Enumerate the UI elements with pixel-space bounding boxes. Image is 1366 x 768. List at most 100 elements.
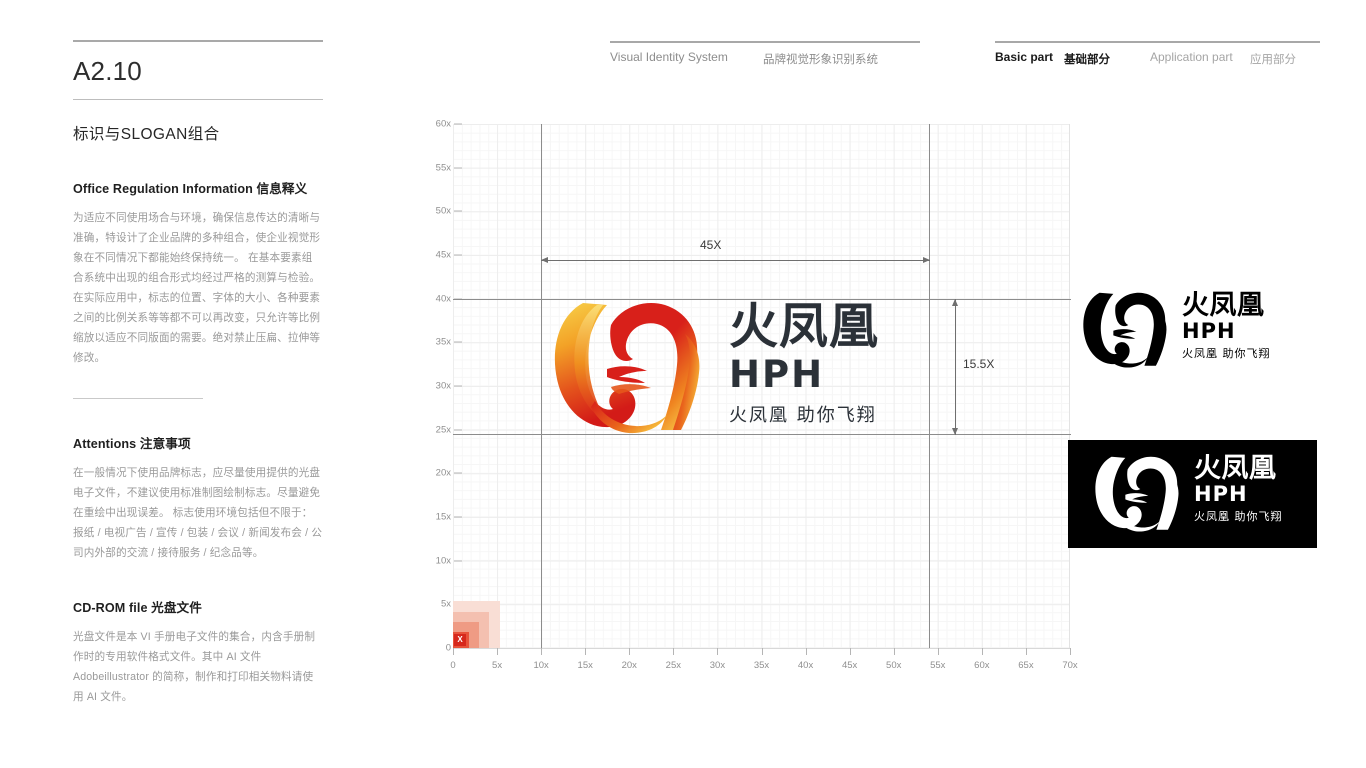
grid-x-tick-label: 25x	[665, 660, 682, 671]
grid-y-tick-label: 30x	[435, 380, 451, 392]
grid-x-tick-label: 45x	[841, 660, 858, 671]
header-basic-part-cn[interactable]: 基础部分	[1064, 51, 1110, 67]
info-block-heading: Office Regulation Information 信息释义	[73, 178, 323, 197]
variant-black-wordmark-chinese: 火凤凰	[1182, 290, 1265, 321]
variant-black-wordmark-english: HPH	[1182, 319, 1236, 343]
info-block-body: 为适应不同使用场合与环境，确保信息传达的清晰与准确，特设计了企业品牌的多种组合，…	[73, 208, 323, 368]
logo-variant-black-words: 火凤凰 HPH 火凤凰 助你飞翔	[1182, 292, 1327, 362]
wordmark-chinese: 火凤凰	[729, 298, 880, 355]
dimension-height-label: 15.5X	[963, 357, 995, 371]
dimension-height-arrow-bottom-icon	[952, 428, 958, 435]
grid-y-tick	[454, 123, 462, 125]
grid-x-tick-label: 20x	[621, 660, 637, 671]
grid-x-axis: 0 5x 10x 15x 20x 25x 30x 35x 40x 45x 50x 55x 60x 65x 7…	[450, 648, 1093, 674]
attentions-heading-cn: 注意事项	[139, 437, 191, 451]
vi-manual-page: A2.10 标识与SLOGAN组合 Office Regulation Info…	[0, 0, 1366, 768]
attentions-body: 在一般情况下使用品牌标志，应尽量使用提供的光盘电子文件，不建议使用标准制图绘制标…	[73, 463, 323, 563]
grid-y-tick-label: 10x	[435, 555, 451, 567]
logo-variant-white-on-black: 火凤凰 HPH 火凤凰 助你飞翔	[1068, 440, 1317, 548]
block-divider	[73, 398, 203, 399]
variant-white-wordmark-chinese: 火凤凰	[1194, 453, 1277, 484]
left-column: A2.10 标识与SLOGAN组合 Office Regulation Info…	[73, 40, 323, 707]
grid-x-tick-label: 70x	[1062, 660, 1078, 671]
attentions-heading-en: Attentions	[73, 437, 137, 451]
grid-x-tick-label: 5x	[492, 660, 503, 671]
dimension-height-line	[955, 299, 956, 435]
grid-x-tick	[541, 648, 543, 655]
info-block-regulation: Office Regulation Information 信息释义 为适应不同…	[73, 178, 323, 399]
logo-wordmark-group: 火凤凰 HPH 火凤凰 助你飞翔	[729, 301, 934, 435]
cdrom-body: 光盘文件是本 VI 手册电子文件的集合，内含手册制作时的专用软件格式文件。其中 …	[73, 627, 323, 707]
attentions-heading: Attentions 注意事项	[73, 433, 323, 452]
unit-swatch-label: X	[454, 634, 466, 646]
grid-y-tick-label: 45x	[435, 249, 451, 261]
grid-x-tick-label: 30x	[709, 660, 726, 671]
logo-variant-white-words: 火凤凰 HPH 火凤凰 助你飞翔	[1194, 455, 1339, 525]
grid-y-tick-label: 35x	[435, 336, 451, 348]
phoenix-mark-black-icon	[1080, 288, 1172, 370]
dimension-width-label: 45X	[700, 238, 722, 252]
grid-x-tick	[981, 648, 983, 655]
grid-y-tick-label: 15x	[435, 511, 451, 523]
header-visual-identity-en: Visual Identity System	[610, 50, 728, 64]
page-title: 标识与SLOGAN组合	[73, 126, 220, 143]
grid-x-tick-label: 55x	[930, 660, 946, 671]
attentions-paragraph: 在一般情况下使用品牌标志，应尽量使用提供的光盘电子文件，不建议使用标准制图绘制标…	[73, 467, 323, 559]
grid-x-tick-label: 0	[450, 660, 456, 671]
grid-x-tick	[893, 648, 895, 655]
grid-y-tick	[454, 254, 462, 256]
grid-y-tick	[454, 210, 462, 212]
phoenix-mark-icon	[549, 295, 709, 437]
wordmark-english: HPH	[729, 353, 825, 396]
grid-x-tick	[673, 648, 675, 655]
header-basic-part-en[interactable]: Basic part	[995, 50, 1053, 64]
grid-y-tick-label: 40x	[435, 293, 451, 305]
grid-y-axis: 0 5x 10x 15x 20x 25x 30x 35x 40x 45x 50x 55x 60x	[424, 119, 462, 654]
grid-y-tick	[454, 516, 462, 518]
grid-x-tick	[1070, 648, 1071, 655]
dimension-width-arrow-right-icon	[923, 257, 930, 263]
cdrom-heading-en: CD-ROM file	[73, 601, 148, 615]
logo-variant-black-on-white: 火凤凰 HPH 火凤凰 助你飞翔	[1080, 292, 1325, 372]
grid-x-tick	[1025, 648, 1027, 655]
grid-y-tick	[454, 341, 462, 343]
page-code: A2.10	[73, 56, 142, 86]
variant-black-slogan: 火凤凰 助你飞翔	[1182, 347, 1271, 360]
header-application-part-cn[interactable]: 应用部分	[1250, 51, 1296, 67]
grid-x-tick	[761, 648, 763, 655]
grid-x-tick-label: 65x	[1018, 660, 1034, 671]
variant-white-slogan: 火凤凰 助你飞翔	[1194, 510, 1283, 523]
logo-primary-color: 火凤凰 HPH 火凤凰 助你飞翔	[541, 299, 930, 435]
info-block-paragraph: 为适应不同使用场合与环境，确保信息传达的清晰与准确，特设计了企业品牌的多种组合，…	[73, 212, 321, 364]
info-block-heading-cn: 信息释义	[256, 182, 308, 196]
phoenix-mark-white-icon	[1092, 452, 1184, 534]
grid-x-tick	[585, 648, 587, 655]
grid-y-tick-label: 60x	[435, 118, 451, 130]
grid-x-tick	[937, 648, 939, 655]
grid-x-tick-label: 35x	[753, 660, 770, 671]
grid-y-tick-label: 55x	[435, 162, 451, 174]
header-left-rule	[610, 41, 920, 43]
grid-y-tick	[454, 472, 462, 474]
logo-slogan: 火凤凰 助你飞翔	[729, 405, 877, 426]
grid-y-tick	[454, 385, 462, 387]
unit-swatch: X	[453, 601, 500, 648]
dimension-width-line	[541, 260, 930, 261]
grid-y-tick-label: 5x	[440, 598, 451, 610]
header-application-part-en[interactable]: Application part	[1150, 50, 1233, 64]
grid-y-tick	[454, 167, 462, 169]
grid-x-tick	[717, 648, 719, 655]
cdrom-heading: CD-ROM file 光盘文件	[73, 597, 323, 616]
grid-x-tick	[629, 648, 631, 655]
grid-x-tick	[453, 648, 454, 655]
cdrom-paragraph: 光盘文件是本 VI 手册电子文件的集合，内含手册制作时的专用软件格式文件。其中 …	[73, 631, 316, 703]
cdrom-heading-cn: 光盘文件	[151, 601, 202, 615]
grid-y-tick	[454, 560, 462, 562]
grid-x-tick-label: 60x	[974, 660, 990, 671]
info-block-cdrom: CD-ROM file 光盘文件 光盘文件是本 VI 手册电子文件的集合，内含手…	[73, 597, 323, 707]
header-right-rule	[995, 41, 1320, 43]
dimension-height-arrow-top-icon	[952, 299, 958, 306]
grid-x-tick	[497, 648, 499, 655]
grid-x-tick-label: 50x	[886, 660, 902, 671]
grid-y-tick-label: 25x	[435, 424, 451, 436]
